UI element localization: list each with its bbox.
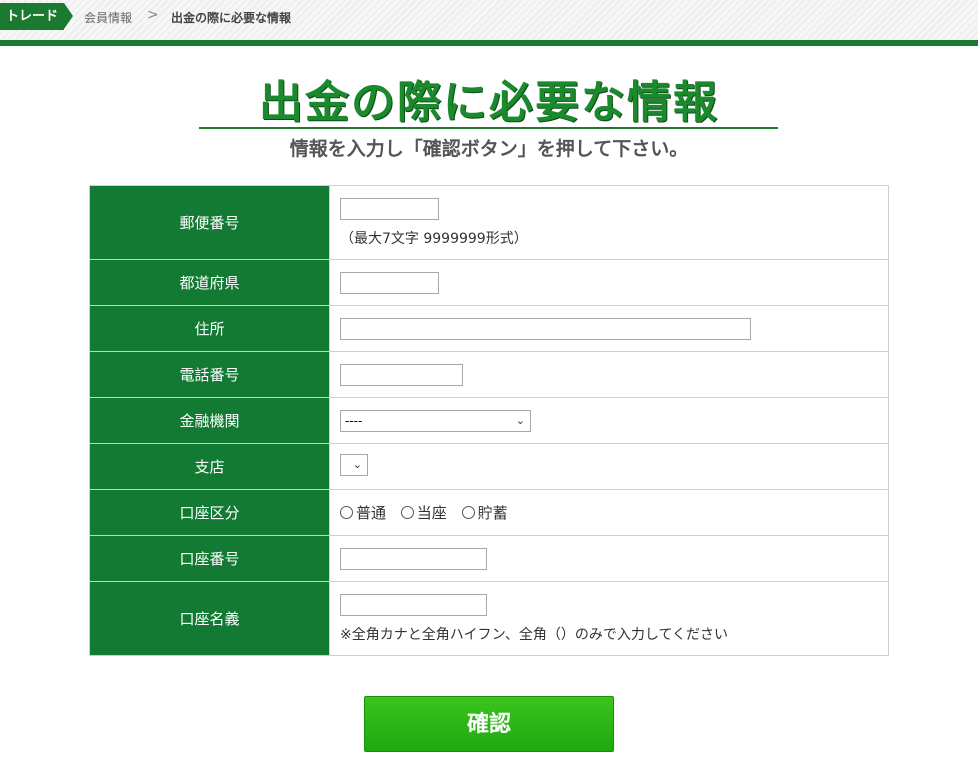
confirm-button[interactable]: 確認 <box>364 696 614 752</box>
header-divider <box>0 40 978 46</box>
postal-code-input[interactable] <box>340 197 439 220</box>
breadcrumb-separator-icon: > <box>147 7 159 23</box>
form-row-account-number: 口座番号 <box>89 535 889 582</box>
phone-cell <box>329 351 889 398</box>
bank-label: 金融機関 <box>89 397 330 444</box>
form-row-bank: 金融機関 ---- ⌄ <box>89 397 889 444</box>
page-subtitle: 情報を入力し「確認ボタン」を押して下さい。 <box>289 138 689 160</box>
account-number-cell <box>329 535 889 582</box>
account-number-input[interactable] <box>340 547 487 570</box>
radio-icon <box>400 506 414 519</box>
address-input[interactable] <box>340 317 751 340</box>
branch-cell: ⌄ <box>329 443 889 490</box>
bank-select-value: ---- <box>345 413 363 428</box>
breadcrumb-member-info-link[interactable]: 会員情報 <box>84 9 132 26</box>
account-type-option-label: 普通 <box>356 504 387 522</box>
account-type-radio-futsu[interactable]: 普通 <box>340 504 386 522</box>
breadcrumb-home-link[interactable]: トレード <box>0 3 73 30</box>
form-row-postal: 郵便番号 （最大7文字 9999999形式） <box>89 185 889 260</box>
breadcrumb-arrow-icon <box>64 3 73 29</box>
radio-icon <box>340 506 353 519</box>
account-type-option-label: 当座 <box>416 504 447 522</box>
account-name-note: ※全角カナと全角ハイフン、全角（）のみで入力してください <box>340 626 729 643</box>
account-type-option-label: 貯蓄 <box>477 504 508 522</box>
prefecture-label: 都道府県 <box>89 259 330 306</box>
address-label: 住所 <box>89 305 330 352</box>
form-row-address: 住所 <box>89 305 889 352</box>
form-row-prefecture: 都道府県 <box>89 259 889 306</box>
account-type-label: 口座区分 <box>89 489 330 536</box>
form-row-phone: 電話番号 <box>89 351 889 398</box>
breadcrumb-current: 出金の際に必要な情報 <box>171 11 292 25</box>
prefecture-input[interactable] <box>340 271 439 294</box>
phone-input[interactable] <box>340 363 463 386</box>
account-type-radio-chochiku[interactable]: 貯蓄 <box>461 504 508 522</box>
postal-code-note: （最大7文字 9999999形式） <box>340 230 528 247</box>
breadcrumb-home-label: トレード <box>6 9 59 24</box>
postal-code-cell: （最大7文字 9999999形式） <box>329 185 889 260</box>
account-number-label: 口座番号 <box>89 535 330 582</box>
bank-select[interactable]: ---- ⌄ <box>340 409 531 432</box>
form-row-account-name: 口座名義 ※全角カナと全角ハイフン、全角（）のみで入力してください <box>89 581 889 656</box>
withdrawal-info-form: 郵便番号 （最大7文字 9999999形式） 都道府県 住所 電話番号 金融機関… <box>89 185 889 656</box>
form-row-branch: 支店 ⌄ <box>89 443 889 490</box>
account-name-label: 口座名義 <box>89 581 330 656</box>
branch-label: 支店 <box>89 443 330 490</box>
chevron-down-icon: ⌄ <box>352 457 362 471</box>
page-title: 出金の際に必要な情報 <box>259 77 719 128</box>
account-type-cell: 普通 当座 貯蓄 <box>329 489 889 536</box>
breadcrumb-bar: トレード 会員情報 > 出金の際に必要な情報 <box>0 0 978 40</box>
postal-code-label: 郵便番号 <box>89 185 330 260</box>
chevron-down-icon: ⌄ <box>515 413 525 427</box>
form-row-account-type: 口座区分 普通 当座 貯蓄 <box>89 489 889 536</box>
account-name-cell: ※全角カナと全角ハイフン、全角（）のみで入力してください <box>329 581 889 656</box>
account-name-input[interactable] <box>340 593 487 616</box>
address-cell <box>329 305 889 352</box>
bank-cell: ---- ⌄ <box>329 397 889 444</box>
phone-label: 電話番号 <box>89 351 330 398</box>
branch-select[interactable]: ⌄ <box>340 453 368 476</box>
title-underline <box>199 127 778 129</box>
prefecture-cell <box>329 259 889 306</box>
account-type-radio-toza[interactable]: 当座 <box>400 504 447 522</box>
radio-icon <box>461 506 475 519</box>
